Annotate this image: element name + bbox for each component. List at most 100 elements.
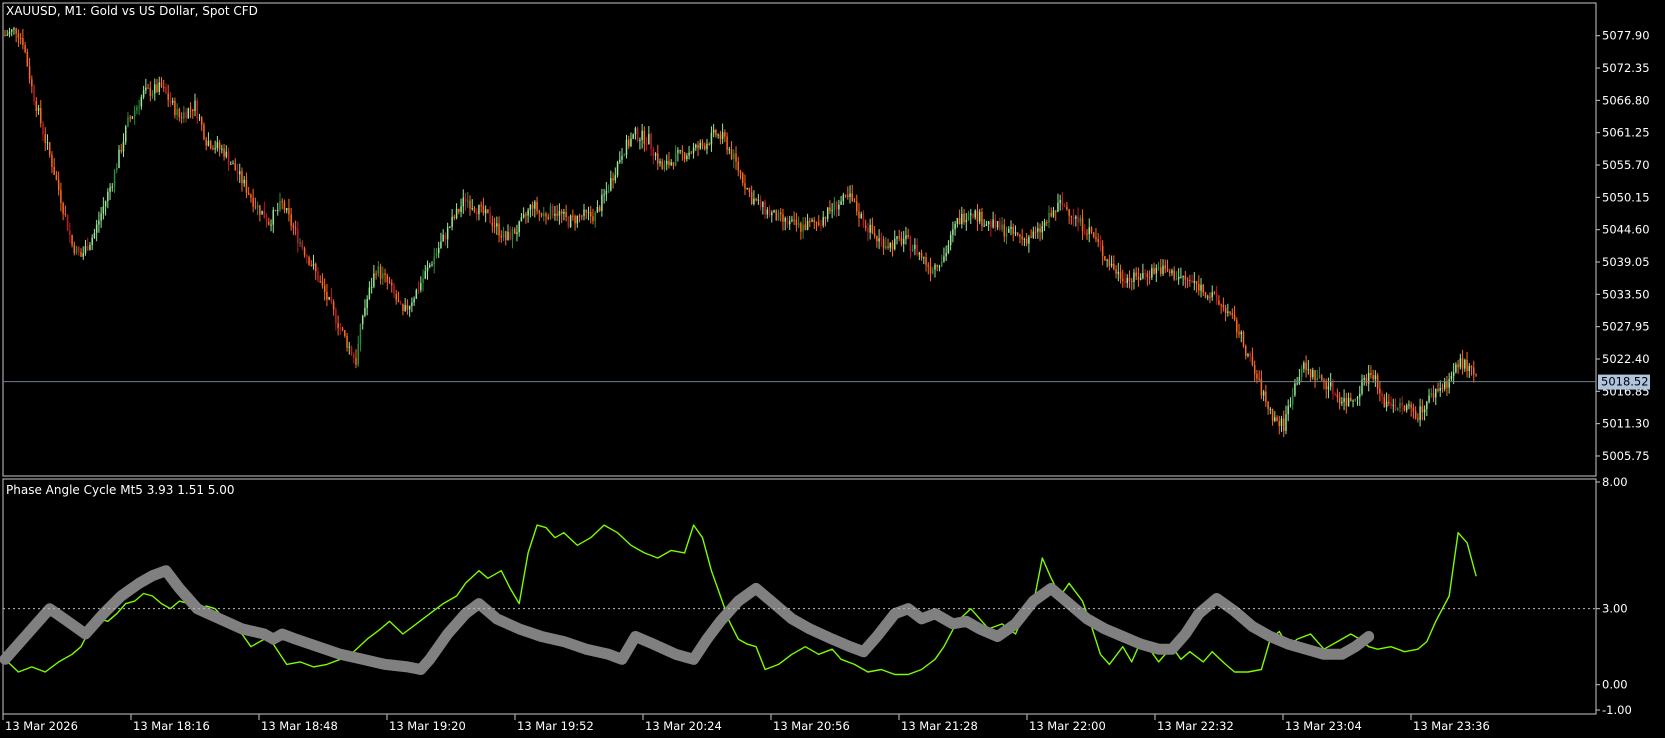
candle: [397, 291, 400, 303]
candle: [482, 197, 485, 216]
candle: [954, 220, 956, 236]
candle: [820, 219, 822, 232]
price-tick-label: 5077.90: [1602, 29, 1650, 43]
candle: [82, 246, 84, 260]
candle: [1061, 191, 1064, 211]
candle: [1124, 272, 1126, 288]
candle: [896, 235, 898, 245]
candle: [1388, 394, 1390, 406]
candle: [469, 195, 471, 216]
candle: [728, 146, 731, 155]
candle: [478, 204, 480, 221]
candle: [238, 163, 241, 184]
trading-chart[interactable]: XAUUSD, M1: Gold vs US Dollar, Spot CFD …: [0, 0, 1665, 738]
candle: [1213, 291, 1216, 295]
candle: [867, 222, 869, 242]
candle: [323, 278, 326, 301]
candle: [71, 234, 73, 248]
candle: [473, 205, 476, 213]
candle: [91, 234, 93, 250]
candle: [706, 138, 708, 155]
candle: [531, 201, 534, 217]
candle: [1070, 215, 1073, 225]
candle: [330, 287, 333, 305]
candle: [93, 228, 96, 239]
candle: [288, 198, 290, 222]
candle: [560, 209, 563, 223]
candle: [1003, 218, 1006, 243]
candle: [265, 213, 268, 228]
candle: [654, 152, 657, 161]
candle: [838, 199, 840, 216]
candle: [911, 244, 914, 252]
candle: [663, 160, 666, 172]
candle: [433, 247, 435, 274]
candle: [1446, 375, 1448, 396]
candle: [1231, 308, 1234, 319]
candle: [1068, 208, 1070, 225]
candle: [695, 143, 697, 151]
candle: [840, 195, 842, 206]
candle: [1043, 218, 1046, 232]
candle: [28, 57, 31, 84]
candle: [1448, 372, 1450, 394]
candle: [583, 203, 585, 221]
candle: [1039, 223, 1041, 242]
candle: [51, 151, 53, 174]
candle: [1305, 355, 1307, 378]
candle: [120, 143, 122, 154]
candle: [554, 205, 556, 221]
candle: [741, 171, 744, 187]
candle: [607, 184, 610, 194]
candle: [440, 232, 442, 249]
candle: [1005, 226, 1008, 245]
candle: [822, 210, 824, 228]
candle: [1356, 396, 1359, 406]
candle: [111, 183, 114, 192]
candle: [773, 209, 775, 213]
indicator-panel-frame: [2, 478, 1597, 715]
candle: [1113, 255, 1115, 271]
candle: [614, 167, 617, 184]
candle: [151, 90, 154, 99]
candle: [256, 201, 259, 216]
candle: [668, 152, 670, 169]
candle: [674, 145, 677, 167]
candle: [464, 192, 467, 211]
candle: [1374, 370, 1377, 387]
price-tick-label: 5011.30: [1602, 417, 1650, 431]
candle: [149, 81, 152, 102]
candle: [276, 202, 279, 216]
candle: [757, 194, 760, 205]
candle: [721, 123, 724, 144]
price-tick-label: 5033.50: [1602, 287, 1650, 301]
candle: [1381, 390, 1383, 404]
indicator-axis[interactable]: 8.00 3.00 0.00 -1.00: [1596, 475, 1632, 717]
candle: [442, 229, 444, 242]
candle: [167, 84, 169, 108]
price-tick-label: 5050.15: [1602, 190, 1650, 204]
candle: [1215, 285, 1218, 305]
candle: [775, 209, 778, 221]
candle: [487, 209, 489, 214]
candle: [786, 216, 789, 229]
candle: [556, 205, 558, 222]
candle: [1267, 401, 1269, 415]
candle: [214, 140, 216, 154]
candle: [1155, 264, 1158, 282]
candle: [189, 102, 192, 119]
candle: [435, 248, 438, 259]
price-axis[interactable]: 5077.90 5072.35 5066.80 5061.25 5055.70 5050.…: [1596, 29, 1650, 463]
candle: [994, 213, 997, 232]
candle: [1126, 274, 1129, 288]
candle: [1426, 400, 1428, 416]
candle: [708, 142, 710, 146]
candle: [1318, 366, 1321, 379]
candle: [306, 254, 308, 264]
candle: [1336, 388, 1339, 403]
time-axis[interactable]: 13 Mar 2026 13 Mar 18:16 13 Mar 18:48 13 Ma…: [2, 714, 1490, 733]
candle: [86, 237, 89, 252]
candle: [811, 217, 813, 223]
candle: [1050, 207, 1052, 218]
candle: [972, 213, 974, 219]
